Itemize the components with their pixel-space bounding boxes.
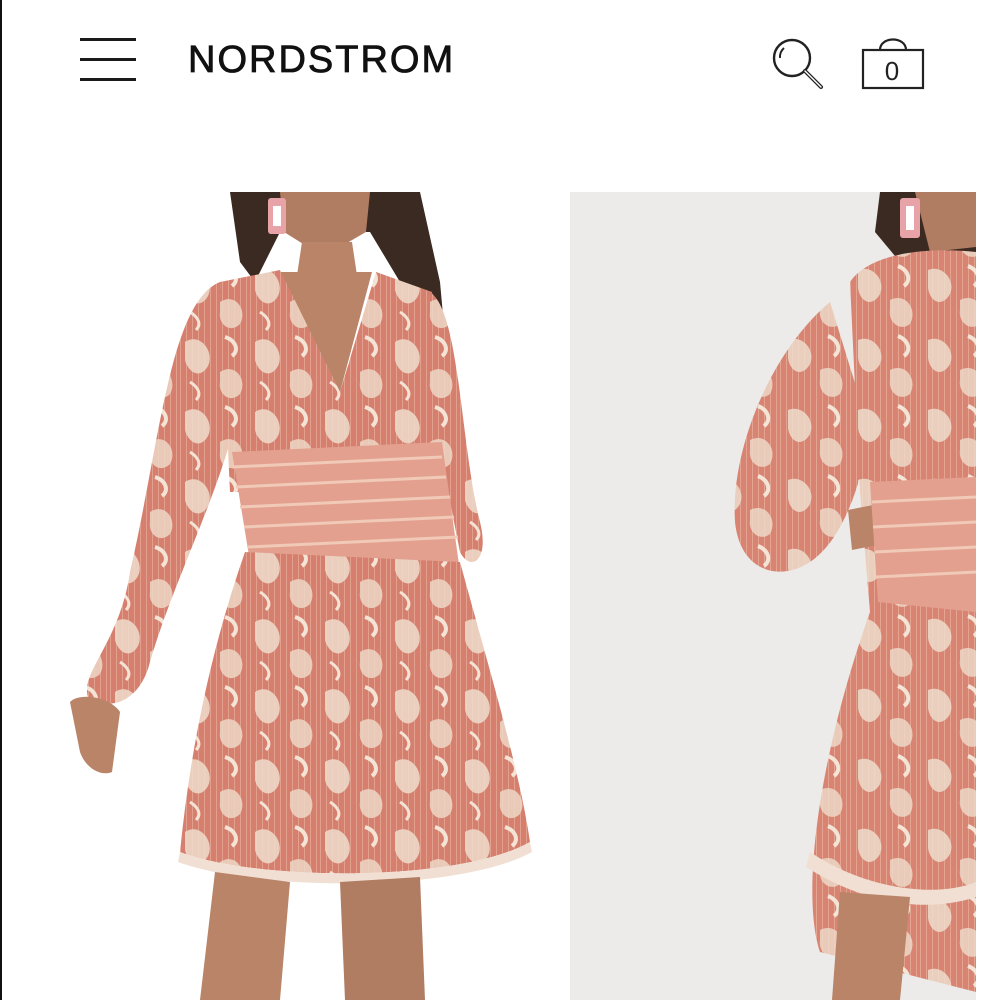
search-icon <box>772 38 823 89</box>
shopping-bag-button[interactable]: 0 <box>858 30 928 94</box>
brand-logo[interactable]: NORDSTROM <box>188 38 455 82</box>
menu-icon-line <box>80 58 136 61</box>
site-header: NORDSTROM 0 <box>0 0 1000 120</box>
search-button[interactable] <box>766 34 830 94</box>
menu-icon-line <box>80 38 136 41</box>
menu-button[interactable] <box>78 34 140 86</box>
product-photo-side[interactable] <box>570 192 976 1000</box>
dress-front-illustration <box>70 192 532 1000</box>
product-page: NORDSTROM 0 <box>0 0 1000 1000</box>
bag-item-count: 0 <box>884 56 900 86</box>
product-photo-front[interactable] <box>40 192 560 1000</box>
dress-side-illustration <box>734 192 976 1000</box>
menu-icon-line <box>80 78 136 81</box>
product-image-gallery[interactable] <box>0 192 1000 1000</box>
